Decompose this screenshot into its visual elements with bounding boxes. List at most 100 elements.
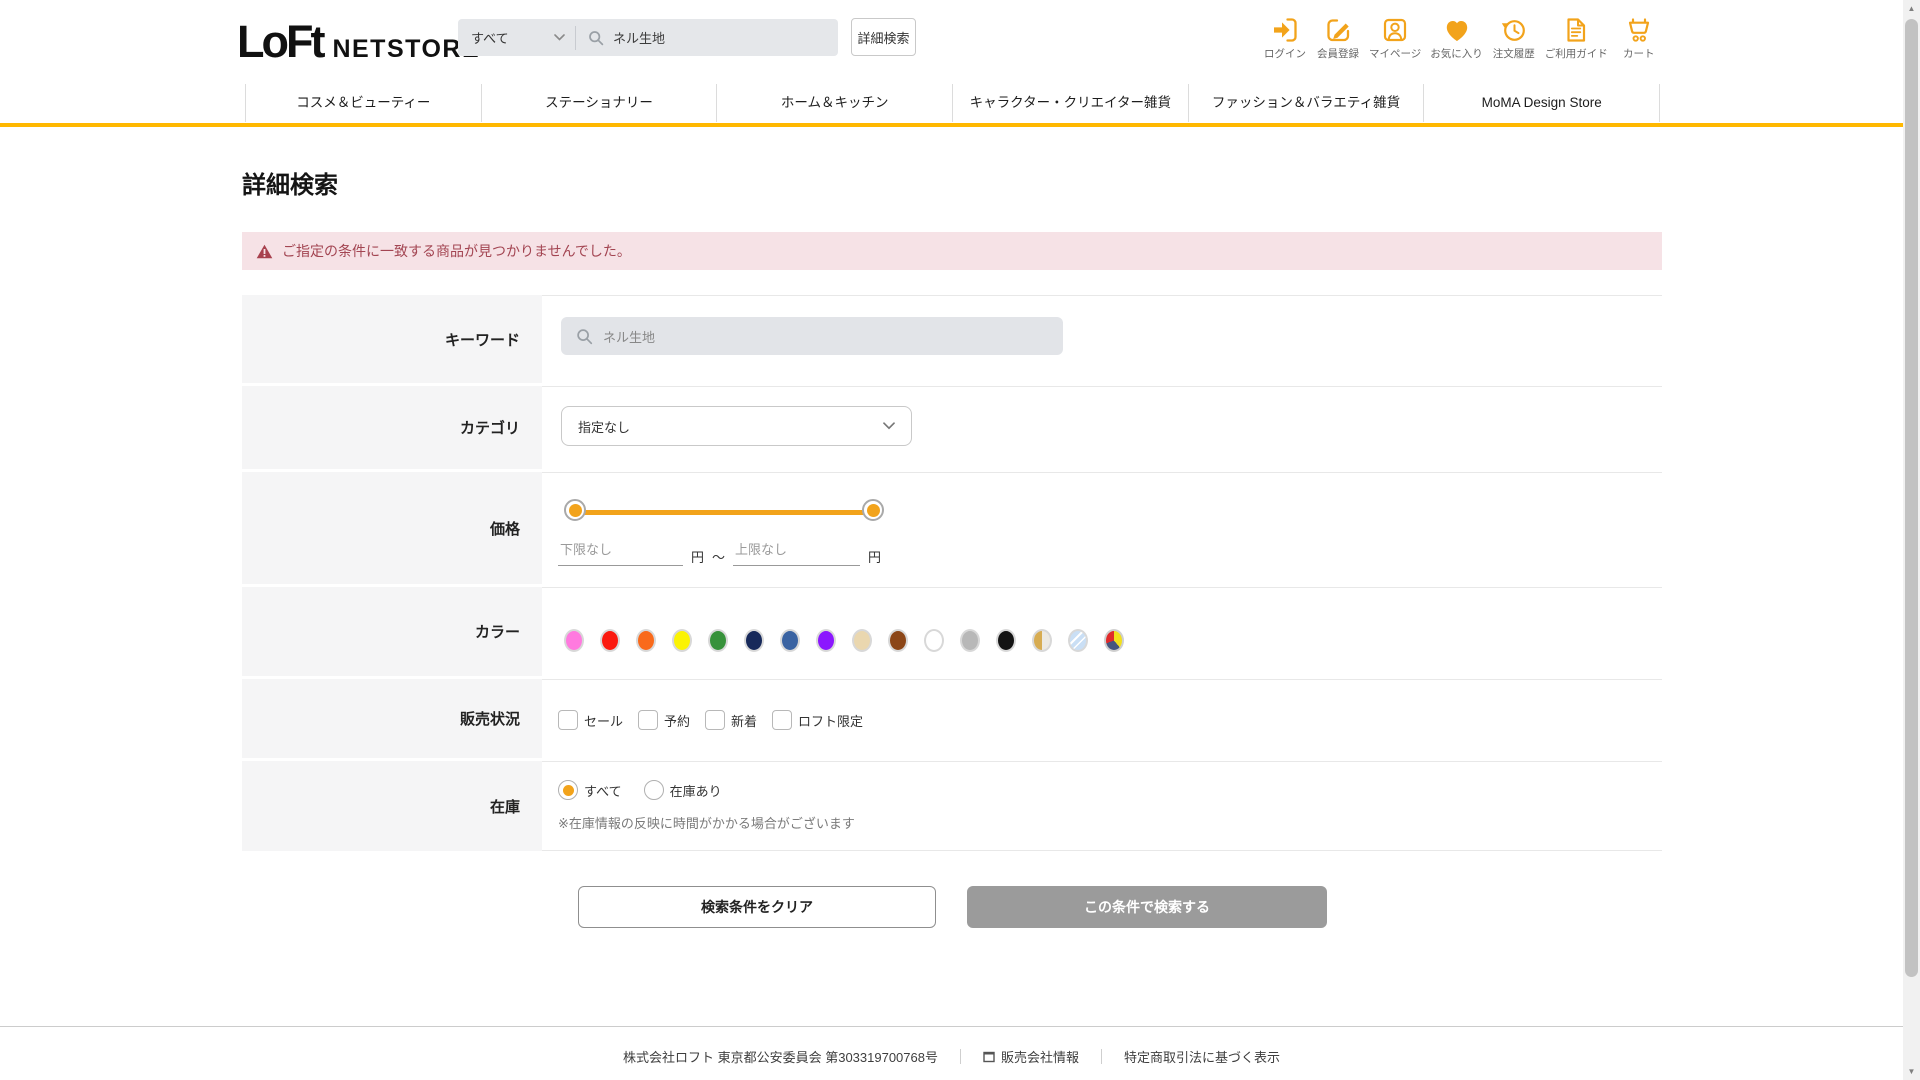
search-with-conditions-button[interactable]: この条件で検索する xyxy=(967,886,1327,928)
nav-item-moma-design-store[interactable]: MoMA Design Store xyxy=(1424,84,1661,122)
vertical-scrollbar[interactable]: ▲ ▼ xyxy=(1903,0,1920,1080)
nav-item-home-kitchen[interactable]: ホーム＆キッチン xyxy=(717,84,954,122)
login-link[interactable]: ログイン xyxy=(1263,15,1307,61)
color-swatch-clear[interactable] xyxy=(1068,629,1088,652)
clock-history-icon xyxy=(1499,15,1529,45)
favorites-link[interactable]: お気に入り xyxy=(1430,15,1483,61)
nav-item-cosme-beauty[interactable]: コスメ＆ビューティー xyxy=(246,84,482,122)
color-swatch-multicolor[interactable] xyxy=(1104,629,1124,652)
error-message-text: ご指定の条件に一致する商品が見つかりませんでした。 xyxy=(282,243,631,259)
order-history-link[interactable]: 注文履歴 xyxy=(1492,15,1536,61)
color-swatch-gray[interactable] xyxy=(960,629,980,652)
stock-options: すべて 在庫あり xyxy=(558,780,722,800)
loft-netstore-logo[interactable]: LoFt NETSTORE xyxy=(237,16,480,68)
guide-label: ご利用ガイド xyxy=(1544,48,1608,60)
footer-separator xyxy=(959,1049,961,1064)
advanced-search-button-label: 詳細検索 xyxy=(857,30,910,46)
price-unit-label: 円 xyxy=(691,550,705,565)
price-slider-min-handle[interactable] xyxy=(564,499,586,521)
price-slider-max-handle[interactable] xyxy=(862,499,884,521)
sales-status-options: セール 予約 新着 ロフト限定 xyxy=(558,710,863,730)
color-swatch-purple[interactable] xyxy=(816,629,836,652)
color-swatch-pink[interactable] xyxy=(564,629,584,652)
search-button-label: この条件で検索する xyxy=(1084,899,1210,915)
page-title: 詳細検索 xyxy=(242,172,338,199)
nav-item-stationery[interactable]: ステーショナリー xyxy=(482,84,718,122)
chevron-down-icon xyxy=(554,34,565,41)
color-swatch-yellow[interactable] xyxy=(672,629,692,652)
mypage-icon xyxy=(1380,15,1410,45)
price-unit-label: 円 xyxy=(868,550,882,565)
login-label: ログイン xyxy=(1264,48,1306,60)
color-swatch-orange[interactable] xyxy=(636,629,656,652)
category-selected-value: 指定なし xyxy=(578,419,631,435)
checkbox-box xyxy=(638,710,659,730)
login-icon xyxy=(1270,15,1300,45)
slider-handle-dot xyxy=(568,503,582,517)
header: LoFt NETSTORE すべて ネル生地 詳細検索 ログイン 会員登録 マイ… xyxy=(0,0,1903,127)
scrollbar-down-button[interactable]: ▼ xyxy=(1903,1063,1920,1080)
scrollbar-thumb[interactable] xyxy=(1905,19,1918,977)
search-icon xyxy=(588,30,604,46)
mypage-link[interactable]: マイページ xyxy=(1369,15,1421,61)
form-row-price: 価格 下限なし 円 ～ 上限なし 円 xyxy=(242,472,1662,584)
color-swatch-navy[interactable] xyxy=(744,629,764,652)
keyword-input[interactable]: ネル生地 xyxy=(561,317,1063,355)
guide-link[interactable]: ご利用ガイド xyxy=(1545,15,1608,61)
checkbox-box xyxy=(772,710,793,730)
footer-link-seller-info[interactable]: 販売会社情報 xyxy=(983,1047,1079,1066)
checkbox-box xyxy=(705,710,726,730)
price-max-input[interactable]: 上限なし xyxy=(733,539,861,566)
checkbox-reservation[interactable]: 予約 xyxy=(638,710,690,730)
price-row-content: 下限なし 円 ～ 上限なし 円 xyxy=(542,472,1662,584)
radio-all[interactable]: すべて xyxy=(558,780,622,800)
category-nav: コスメ＆ビューティー ステーショナリー ホーム＆キッチン キャラクター・クリエイ… xyxy=(245,84,1661,122)
advanced-search-form: キーワード ネル生地 カテゴリ 指定なし 価格 下限なし 円 ～ 上限なし 円 … xyxy=(242,295,1662,854)
checkbox-loft-limited[interactable]: ロフト限定 xyxy=(772,710,863,730)
color-swatch-black[interactable] xyxy=(996,629,1016,652)
sales-status-row-label: 販売状況 xyxy=(242,679,542,758)
color-swatch-white[interactable] xyxy=(924,629,944,652)
form-row-category: カテゴリ 指定なし xyxy=(242,386,1662,469)
color-row-content xyxy=(542,587,1662,676)
checkbox-new-arrival[interactable]: 新着 xyxy=(705,710,757,730)
search-category-dropdown[interactable]: すべて xyxy=(458,19,575,56)
warning-icon xyxy=(256,244,273,259)
checkbox-label: 予約 xyxy=(664,713,691,729)
search-icon xyxy=(576,328,593,345)
color-swatch-gold-silver[interactable] xyxy=(1032,629,1052,652)
nav-item-fashion-variety[interactable]: ファッション＆バラエティ雑貨 xyxy=(1189,84,1425,122)
form-row-sales-status: 販売状況 セール 予約 新着 ロフト限定 xyxy=(242,679,1662,758)
category-select[interactable]: 指定なし xyxy=(561,406,912,446)
color-swatch-blue[interactable] xyxy=(780,629,800,652)
category-row-content: 指定なし xyxy=(542,386,1662,469)
footer-inner: 株式会社ロフト 東京都公安委員会 第303319700768号 販売会社情報 特… xyxy=(0,1027,1903,1066)
cart-link[interactable]: カート xyxy=(1617,15,1661,61)
radio-circle-selected xyxy=(558,780,578,800)
keyword-row-label: キーワード xyxy=(242,295,542,383)
advanced-search-button[interactable]: 詳細検索 xyxy=(851,18,916,56)
slider-handle-dot xyxy=(866,503,880,517)
cart-icon xyxy=(1624,15,1654,45)
color-swatch-green[interactable] xyxy=(708,629,728,652)
checkbox-sale[interactable]: セール xyxy=(558,710,623,730)
radio-in-stock[interactable]: 在庫あり xyxy=(643,780,722,800)
price-inputs: 下限なし 円 ～ 上限なし 円 xyxy=(558,539,881,566)
color-swatch-beige[interactable] xyxy=(852,629,872,652)
form-row-color: カラー xyxy=(242,587,1662,676)
scrollbar-up-button[interactable]: ▲ xyxy=(1903,0,1920,17)
price-min-input[interactable]: 下限なし xyxy=(558,539,683,566)
header-search-input[interactable]: ネル生地 xyxy=(576,19,838,56)
loft-netstore-advanced-search-page: LoFt NETSTORE すべて ネル生地 詳細検索 ログイン 会員登録 マイ… xyxy=(0,0,1920,1080)
register-label: 会員登録 xyxy=(1317,48,1359,60)
footer-link-legal[interactable]: 特定商取引法に基づく表示 xyxy=(1124,1047,1280,1066)
color-swatch-red[interactable] xyxy=(600,629,620,652)
no-results-error-banner: ご指定の条件に一致する商品が見つかりませんでした。 xyxy=(242,232,1662,270)
nav-item-character-creator[interactable]: キャラクター・クリエイター雑貨 xyxy=(953,84,1189,122)
clear-search-conditions-button[interactable]: 検索条件をクリア xyxy=(578,886,936,928)
color-swatch-brown[interactable] xyxy=(888,629,908,652)
keyword-input-value: ネル生地 xyxy=(603,329,656,345)
price-range-slider[interactable] xyxy=(564,499,884,521)
stock-row-content: すべて 在庫あり ※在庫情報の反映に時間がかかる場合がございます xyxy=(542,761,1662,851)
register-link[interactable]: 会員登録 xyxy=(1316,15,1360,61)
